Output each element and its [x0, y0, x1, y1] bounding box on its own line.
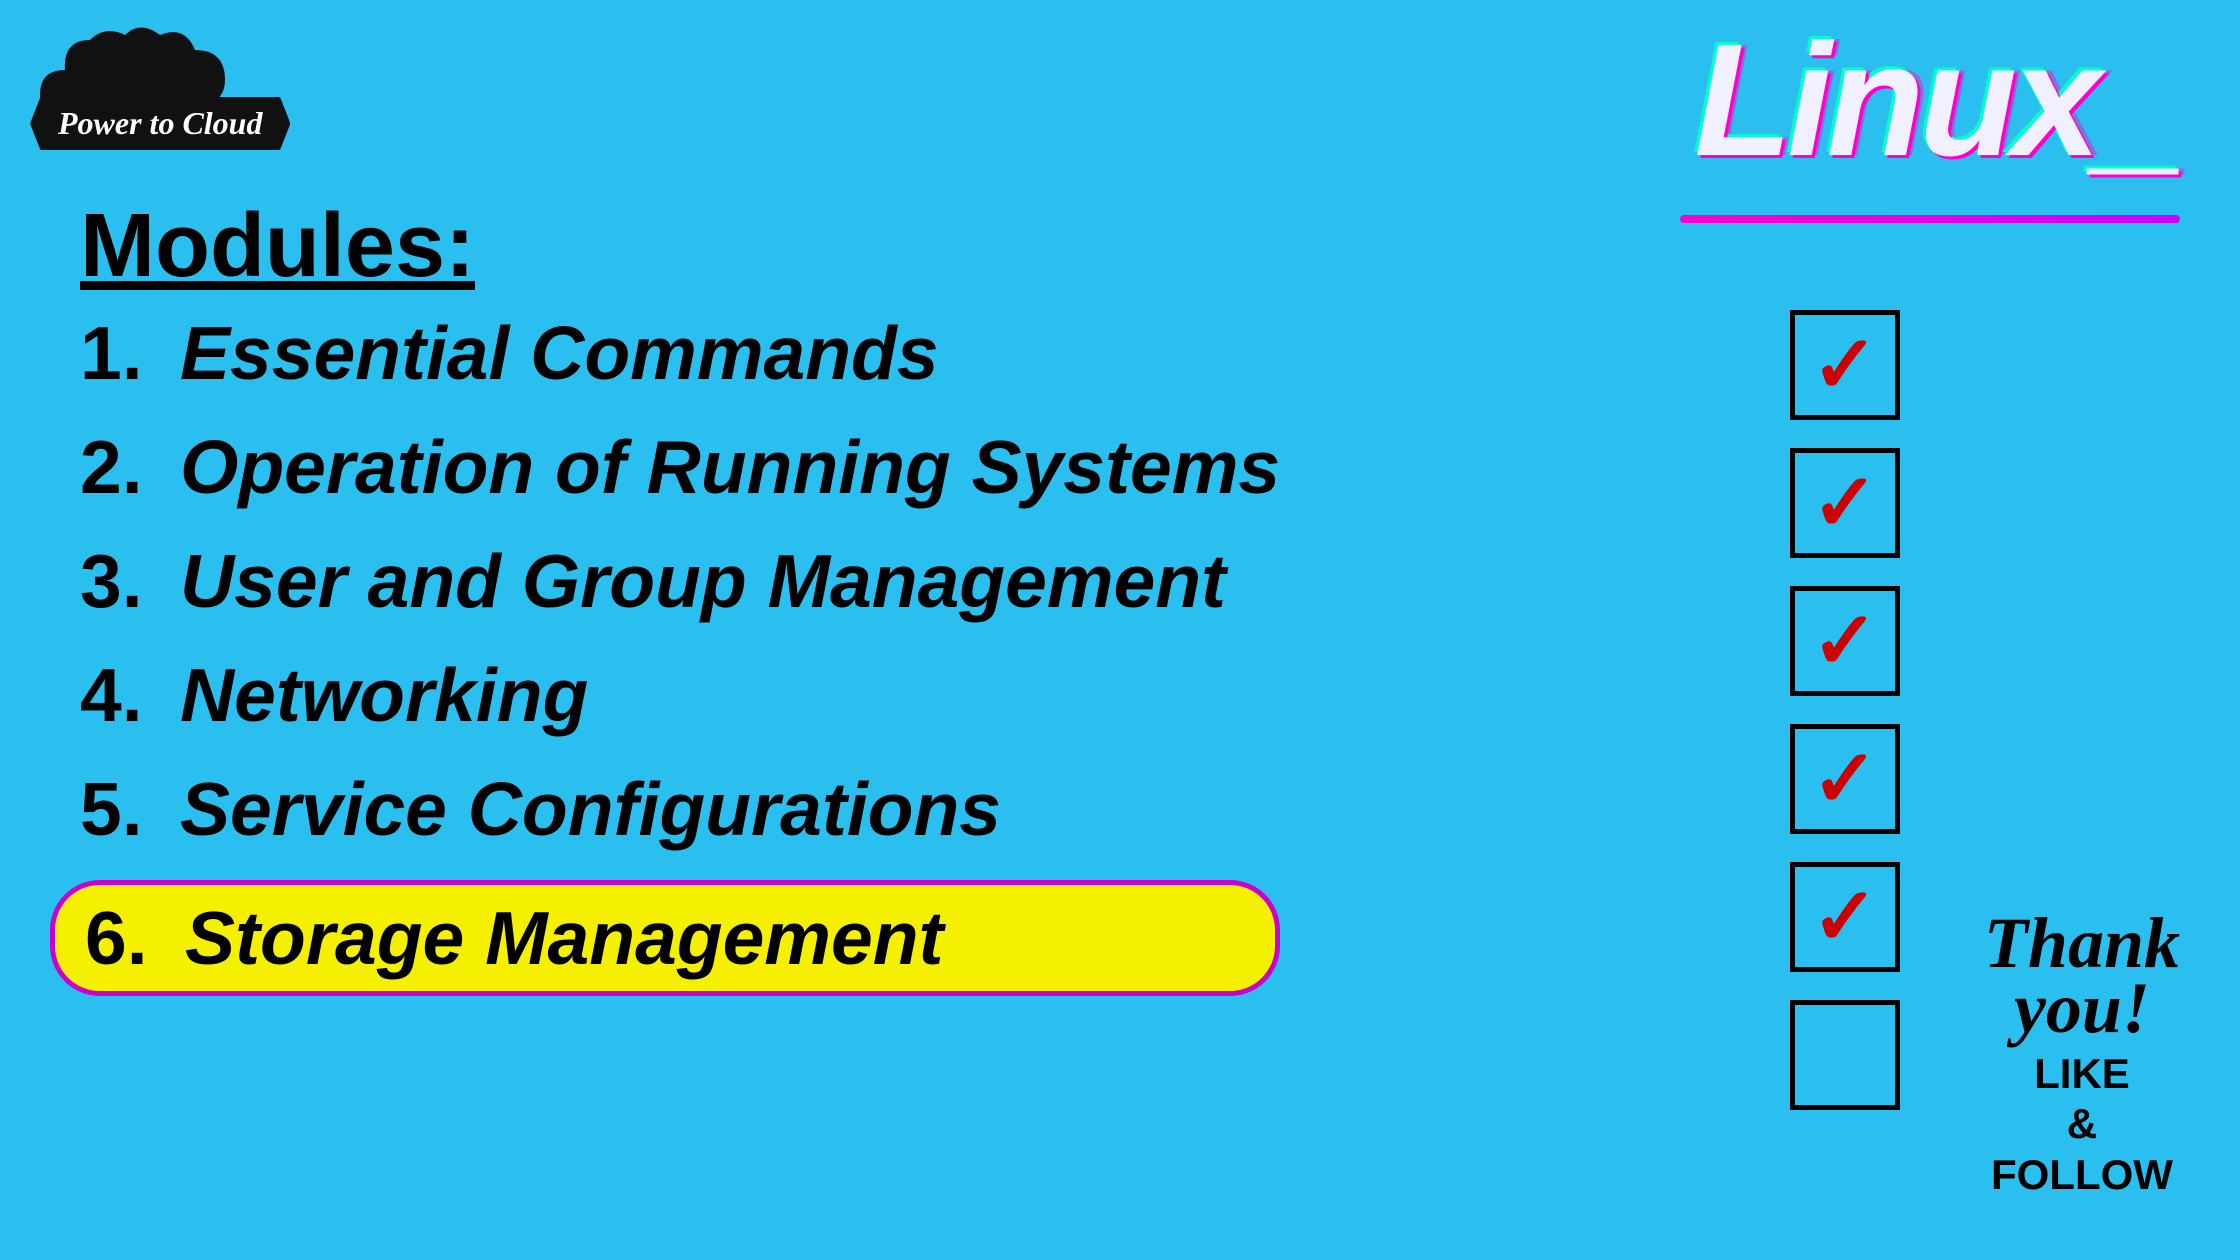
item-number: 4.: [80, 652, 180, 738]
item-text: Operation of Running Systems: [180, 424, 1280, 510]
checkbox-6: [1790, 1000, 1900, 1110]
list-item: 4. Networking: [80, 652, 1280, 738]
linux-title: Linux_: [1694, 20, 2180, 180]
logo-text: Power to Cloud: [30, 97, 290, 150]
module-list: 1. Essential Commands 2. Operation of Ru…: [80, 310, 1280, 1024]
item-text: Essential Commands: [180, 310, 939, 396]
item-number: 6.: [85, 895, 185, 981]
checkbox-5: [1790, 862, 1900, 972]
list-item-highlighted: 6. Storage Management: [50, 880, 1280, 996]
checkbox-2: [1790, 448, 1900, 558]
cloud-icon: Power to Cloud: [30, 20, 250, 150]
item-text: Service Configurations: [180, 766, 1001, 852]
checkbox-3: [1790, 586, 1900, 696]
item-text: Storage Management: [185, 895, 944, 981]
list-item: 5. Service Configurations: [80, 766, 1280, 852]
item-number: 2.: [80, 424, 180, 510]
like-follow-text: LIKE & FOLLOW: [1984, 1049, 2180, 1200]
checkboxes-column: [1790, 310, 1900, 1110]
linux-underline: [1680, 215, 2180, 223]
modules-heading: Modules:: [80, 195, 475, 298]
list-item: 3. User and Group Management: [80, 538, 1280, 624]
item-number: 1.: [80, 310, 180, 396]
item-text: Networking: [180, 652, 588, 738]
item-number: 5.: [80, 766, 180, 852]
thankyou-section: Thank you! LIKE & FOLLOW: [1984, 911, 2180, 1200]
checkbox-1: [1790, 310, 1900, 420]
item-number: 3.: [80, 538, 180, 624]
logo-area: Power to Cloud: [30, 20, 310, 150]
list-item: 2. Operation of Running Systems: [80, 424, 1280, 510]
checkbox-4: [1790, 724, 1900, 834]
list-item: 1. Essential Commands: [80, 310, 1280, 396]
thankyou-text: Thank you!: [1984, 911, 2180, 1041]
item-text: User and Group Management: [180, 538, 1226, 624]
